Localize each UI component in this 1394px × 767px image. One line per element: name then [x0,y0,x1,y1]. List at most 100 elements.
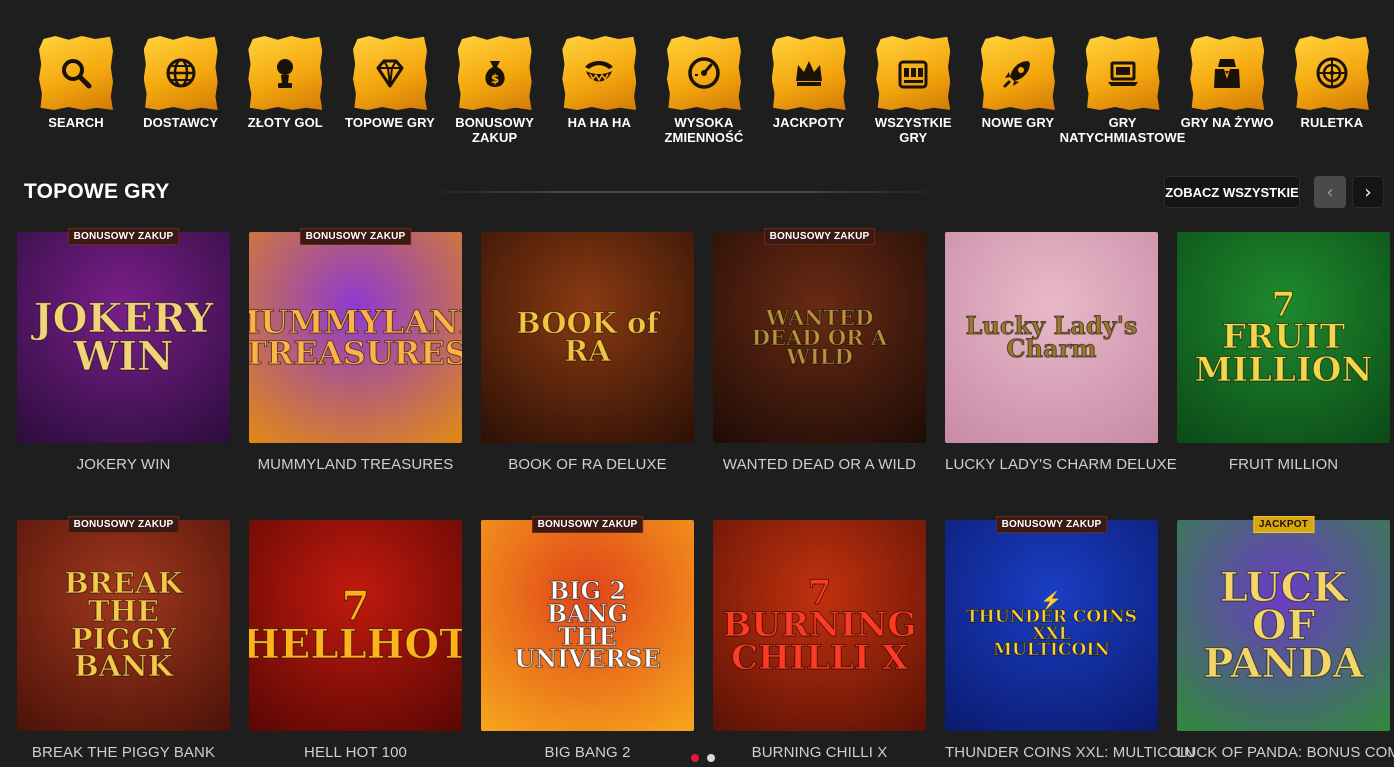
jackpot-badge: JACKPOT [1252,516,1315,533]
game-card[interactable]: BONUSOWY ZAKUP WANTED DEAD OR A WILD WANTE… [713,228,926,473]
game-title[interactable]: HELL HOT 100 [249,744,462,761]
game-title[interactable]: LUCK OF PANDA: BONUS COMBO [1177,744,1394,761]
category-money-bag[interactable]: $ BONUSOWY ZAKUP [443,36,547,146]
game-title[interactable]: BURNING CHILLI X [713,744,926,761]
game-card[interactable]: BONUSOWY ZAKUP BREAK THE PIGGY BANK BREAK … [17,516,230,761]
money-bag-icon: $ [476,54,514,92]
bonus-buy-badge: BONUSOWY ZAKUP [299,228,412,245]
category-label: BONUSOWY ZAKUP [455,115,535,145]
game-thumbnail[interactable]: 7 BURNING CHILLI X [713,520,926,731]
category-label: ZŁOTY GOL [247,115,323,130]
see-all-button[interactable]: ZOBACZ WSZYSTKIE [1164,176,1300,208]
game-title[interactable]: THUNDER COINS XXL: MULTICOIN [945,744,1195,761]
category-tile[interactable] [39,36,113,110]
category-tile[interactable] [980,36,1055,110]
game-thumbnail[interactable]: BIG 2 BANG THE UNIVERSE [481,520,694,731]
chevron-left-icon: ‹ [1326,181,1334,203]
category-tile[interactable] [248,36,323,110]
category-label: GRY NATYCHMIASTOWE [1059,115,1186,145]
game-artwork: BIG 2 BANG THE UNIVERSE [481,520,694,731]
game-card[interactable]: BONUSOWY ZAKUP BIG 2 BANG THE UNIVERSE BIG… [481,516,694,761]
game-logo: BOOK of RA [516,305,660,368]
search-icon [57,54,95,92]
game-artwork: 7 BURNING CHILLI X [713,520,926,731]
category-tile[interactable] [352,36,427,110]
game-thumbnail[interactable]: BREAK THE PIGGY BANK [17,520,230,731]
game-title[interactable]: FRUIT MILLION [1177,456,1390,473]
category-label: NOWE GRY [981,115,1055,130]
category-label: WYSOKA ZMIENNOŚĆ [664,115,744,145]
carousel-next-button[interactable]: › [1352,176,1384,208]
pagination-dot[interactable] [691,754,699,762]
game-title[interactable]: LUCKY LADY'S CHARM DELUXE [945,456,1177,473]
game-thumbnail[interactable]: LUCK OF PANDA [1177,520,1390,731]
game-thumbnail[interactable]: 7 FRUIT MILLION [1177,232,1390,443]
category-crown[interactable]: JACKPOTY [757,36,861,146]
category-tile[interactable] [666,36,741,110]
category-globe[interactable]: DOSTAWCY [129,36,233,146]
slot-machine-icon [894,54,932,92]
svg-text:$: $ [490,72,498,86]
game-card[interactable]: 7 BURNING CHILLI X BURNING CHILLI X [713,520,926,761]
game-grid: BONUSOWY ZAKUP JOKERY WIN JOKERY WIN BONUSO… [17,228,1394,761]
category-label: SEARCH [48,115,104,130]
game-artwork: LUCK OF PANDA [1177,520,1390,731]
category-roulette[interactable]: RULETKA [1280,36,1384,146]
game-card[interactable]: BONUSOWY ZAKUP ⚡ THUNDER COINS XXL MULTIC… [945,516,1195,761]
category-tile[interactable] [1085,36,1160,110]
game-card[interactable]: 7 FRUIT MILLION FRUIT MILLION [1177,232,1390,473]
category-dealer[interactable]: GRY NA ŻYWO [1175,36,1279,146]
chevron-right-icon: › [1364,181,1372,203]
game-card[interactable]: JACKPOT LUCK OF PANDA LUCK OF PANDA: BONUS… [1177,516,1394,761]
game-title[interactable]: WANTED DEAD OR A WILD [713,456,926,473]
category-tile[interactable] [1190,36,1265,110]
category-tile[interactable]: $ [457,36,532,110]
bonus-buy-badge: BONUSOWY ZAKUP [995,516,1108,533]
category-laptop[interactable]: GRY NATYCHMIASTOWE [1060,36,1185,146]
category-search[interactable]: SEARCH [24,36,128,146]
pagination-dot[interactable] [707,754,715,762]
category-label: DOSTAWCY [143,115,219,130]
category-tile[interactable] [771,36,846,110]
category-diamond[interactable]: TOPOWE GRY [338,36,442,146]
game-thumbnail[interactable]: BOOK of RA [481,232,694,443]
game-title[interactable]: BREAK THE PIGGY BANK [17,744,230,761]
bonus-buy-badge: BONUSOWY ZAKUP [763,228,876,245]
category-gauge[interactable]: WYSOKA ZMIENNOŚĆ [652,36,756,146]
category-tile[interactable] [562,36,637,110]
carousel-prev-button[interactable]: ‹ [1314,176,1346,208]
carousel-pagination [691,754,715,762]
category-joker-grin[interactable]: HA HA HA [547,36,651,146]
category-label: HA HA HA [567,115,631,130]
game-card[interactable]: BONUSOWY ZAKUP MUMMYLAND TREASURES MUMMYLA… [249,228,462,473]
globe-icon [162,54,200,92]
game-thumbnail[interactable]: 7 HELLHOT [249,520,462,731]
dealer-icon [1208,54,1246,92]
category-trophy[interactable]: ZŁOTY GOL [233,36,337,146]
category-tile[interactable] [143,36,218,110]
game-thumbnail[interactable]: MUMMYLAND TREASURES [249,232,462,443]
category-rocket[interactable]: NOWE GRY [966,36,1070,146]
category-slot-machine[interactable]: WSZYSTKIE GRY [861,36,965,146]
game-thumbnail[interactable]: JOKERY WIN [17,232,230,443]
bonus-buy-badge: BONUSOWY ZAKUP [67,228,180,245]
game-thumbnail[interactable]: Lucky Lady's Charm [945,232,1158,443]
game-title[interactable]: JOKERY WIN [17,456,230,473]
game-thumbnail[interactable]: WANTED DEAD OR A WILD [713,232,926,443]
game-title[interactable]: MUMMYLAND TREASURES [249,456,462,473]
game-thumbnail[interactable]: ⚡ THUNDER COINS XXL MULTICOIN [945,520,1158,731]
game-artwork: BREAK THE PIGGY BANK [17,520,230,731]
category-tile[interactable] [1294,36,1369,110]
game-logo: JOKERY WIN [33,294,214,380]
game-title[interactable]: BOOK OF RA DELUXE [481,456,694,473]
game-card[interactable]: Lucky Lady's Charm LUCKY LADY'S CHARM DEL… [945,232,1177,473]
category-label: GRY NA ŻYWO [1180,115,1274,130]
game-title[interactable]: BIG BANG 2 [481,744,694,761]
game-card[interactable]: BOOK of RA BOOK OF RA DELUXE [481,232,694,473]
game-card[interactable]: BONUSOWY ZAKUP JOKERY WIN JOKERY WIN [17,228,230,473]
joker-grin-icon [580,54,618,92]
category-tile[interactable] [876,36,951,110]
game-card[interactable]: 7 HELLHOT HELL HOT 100 [249,520,462,761]
game-artwork: WANTED DEAD OR A WILD [713,232,926,443]
game-logo: 7 HELLHOT [249,582,462,668]
